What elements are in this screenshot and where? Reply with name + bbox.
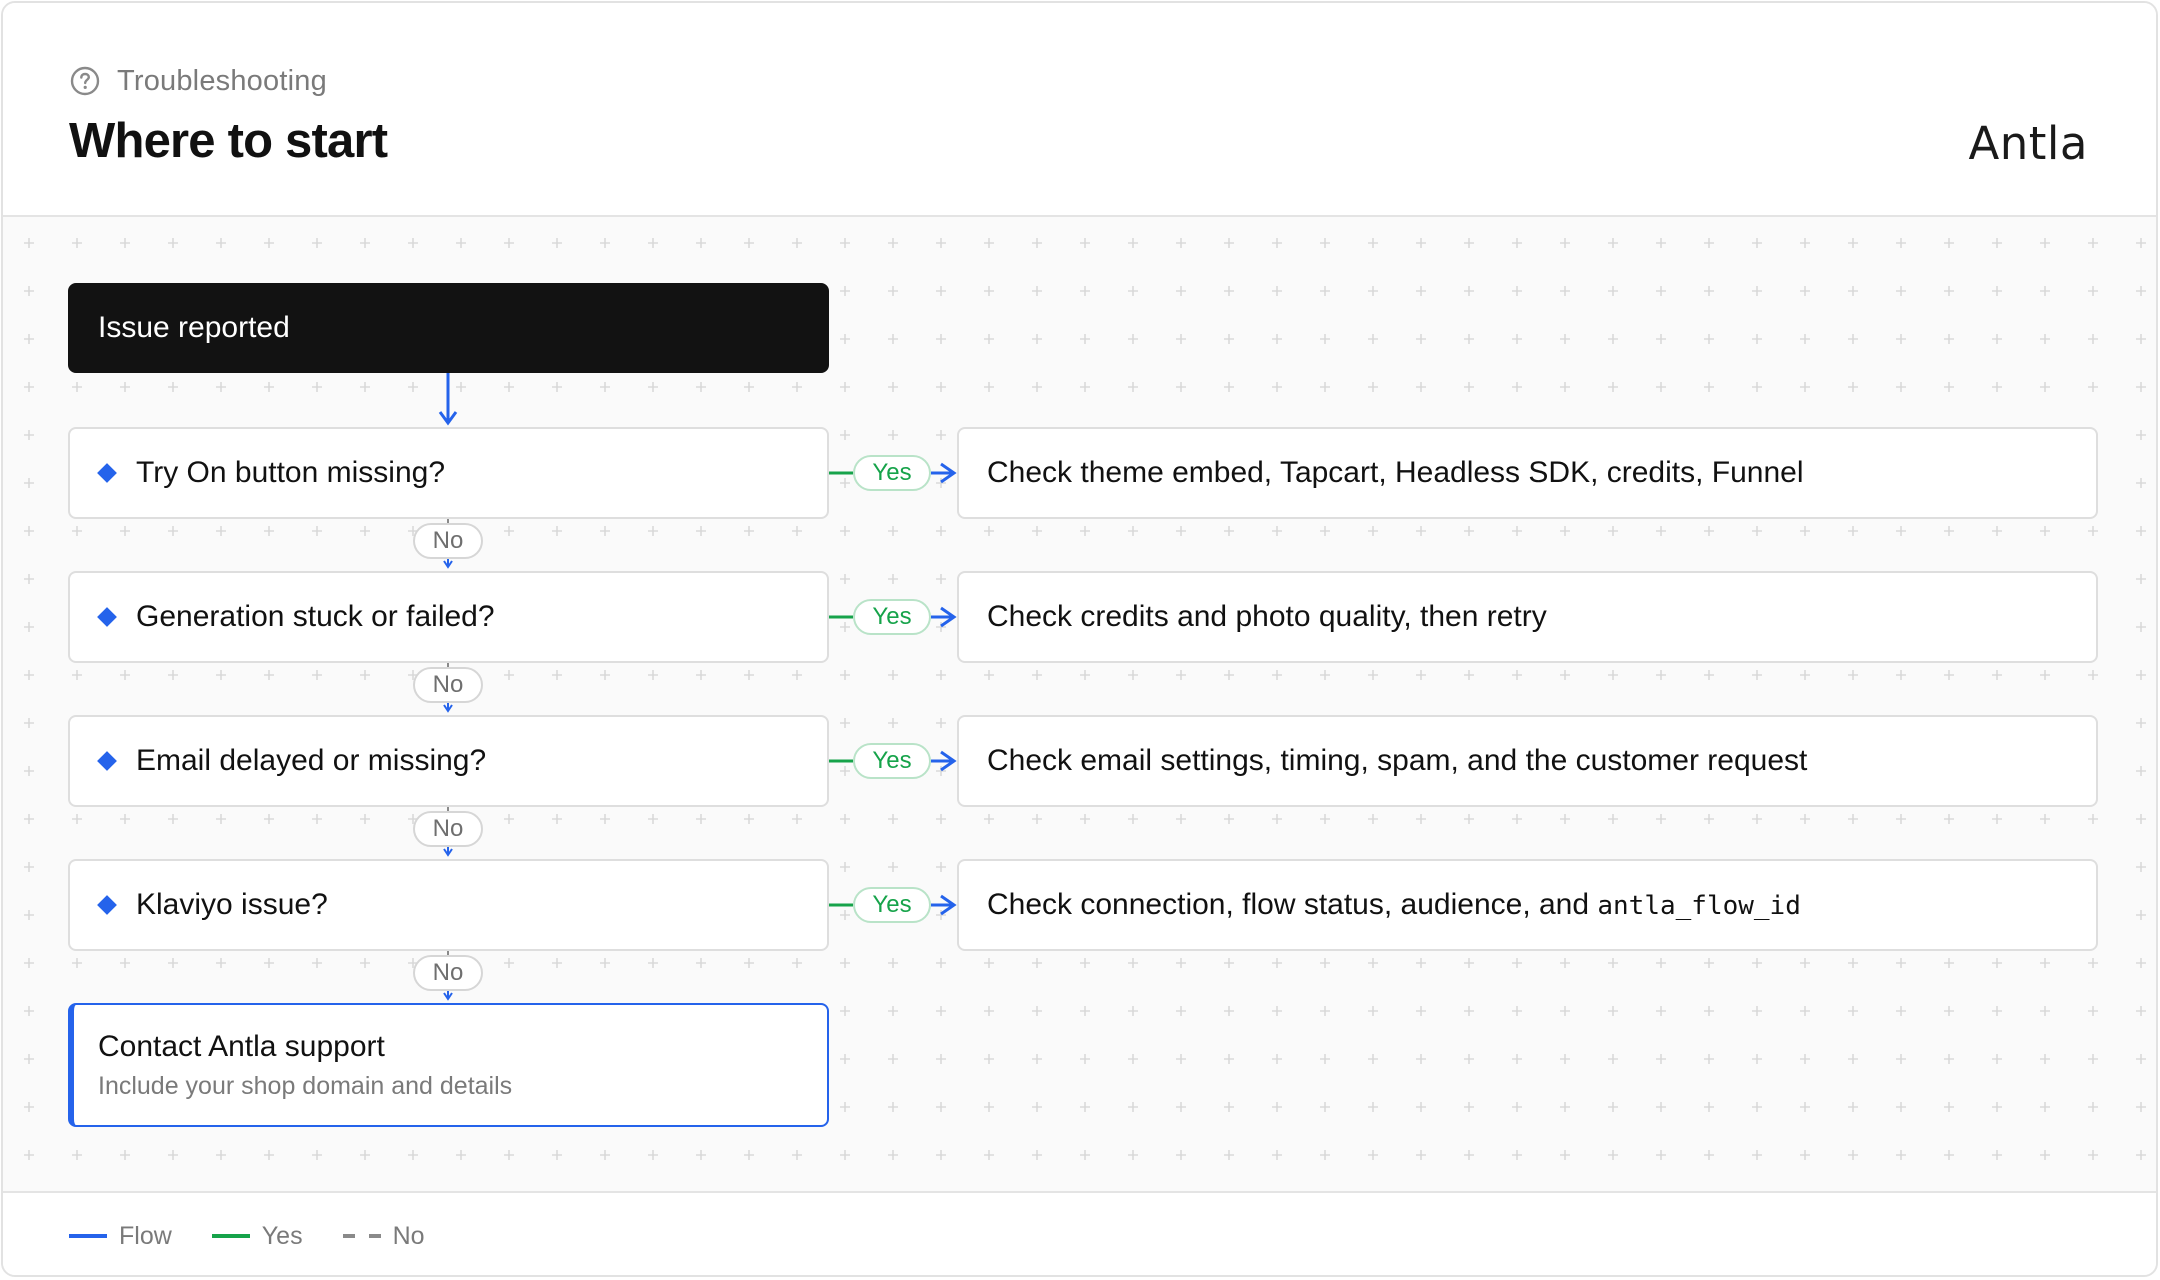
legend-flow-swatch [69, 1234, 107, 1238]
diamond-icon [97, 751, 117, 771]
end-node-subtitle: Include your shop domain and details [98, 1071, 513, 1100]
answer-label: Check email settings, timing, spam, and … [987, 744, 1808, 777]
legend-no-swatch [342, 1234, 381, 1238]
diagram-card: Troubleshooting Where to start Antla Iss… [1, 1, 2158, 1277]
legend-yes-swatch [211, 1234, 250, 1238]
flow-canvas: Issue reported Try On button missing? Ge… [3, 217, 2156, 1191]
page-title: Where to start [69, 114, 388, 168]
no-badge: No [413, 955, 483, 991]
diamond-icon [97, 463, 117, 483]
legend-label: No [392, 1221, 425, 1250]
answer-code: antla_flow_id [1597, 891, 1801, 921]
question-node-4: Klaviyo issue? [68, 859, 829, 951]
question-label: Generation stuck or failed? [136, 600, 495, 633]
no-badge: No [413, 667, 483, 703]
eyebrow: Troubleshooting [69, 63, 327, 99]
eyebrow-label: Troubleshooting [117, 64, 327, 97]
start-node: Issue reported [68, 283, 829, 373]
no-badge: No [413, 811, 483, 847]
start-node-label: Issue reported [98, 311, 290, 344]
end-node: Contact Antla support Include your shop … [68, 1003, 829, 1127]
legend-item-yes: Yes [211, 1221, 303, 1251]
legend-label: Flow [119, 1221, 172, 1250]
legend: Flow Yes No [3, 1191, 2156, 1275]
end-node-title: Contact Antla support [98, 1029, 385, 1063]
answer-label: Check connection, flow status, audience,… [959, 888, 1801, 922]
legend-item-no: No [342, 1221, 425, 1251]
help-circle-icon [70, 66, 100, 96]
answer-node-1: Check theme embed, Tapcart, Headless SDK… [957, 427, 2098, 519]
question-label: Email delayed or missing? [136, 744, 487, 777]
question-label: Try On button missing? [136, 456, 446, 489]
question-node-1: Try On button missing? [68, 427, 829, 519]
answer-label: Check credits and photo quality, then re… [987, 600, 1547, 633]
yes-badge: Yes [853, 455, 931, 491]
answer-node-3: Check email settings, timing, spam, and … [957, 715, 2098, 807]
answer-node-2: Check credits and photo quality, then re… [957, 571, 2098, 663]
answer-label: Check theme embed, Tapcart, Headless SDK… [987, 456, 1804, 489]
answer-node-4: Check connection, flow status, audience,… [957, 859, 2098, 951]
answer-text: Check connection, flow status, audience,… [987, 888, 1598, 921]
yes-badge: Yes [853, 887, 931, 923]
legend-label: Yes [261, 1221, 303, 1250]
no-badge: No [413, 523, 483, 559]
legend-item-flow: Flow [69, 1222, 172, 1251]
diamond-icon [97, 607, 117, 627]
question-node-2: Generation stuck or failed? [68, 571, 829, 663]
question-node-3: Email delayed or missing? [68, 715, 829, 807]
diamond-icon [97, 895, 117, 915]
question-label: Klaviyo issue? [136, 888, 328, 921]
yes-badge: Yes [853, 743, 931, 779]
header: Troubleshooting Where to start Antla [3, 3, 2156, 217]
yes-badge: Yes [853, 599, 931, 635]
brand-logo: Antla [1968, 117, 2088, 170]
